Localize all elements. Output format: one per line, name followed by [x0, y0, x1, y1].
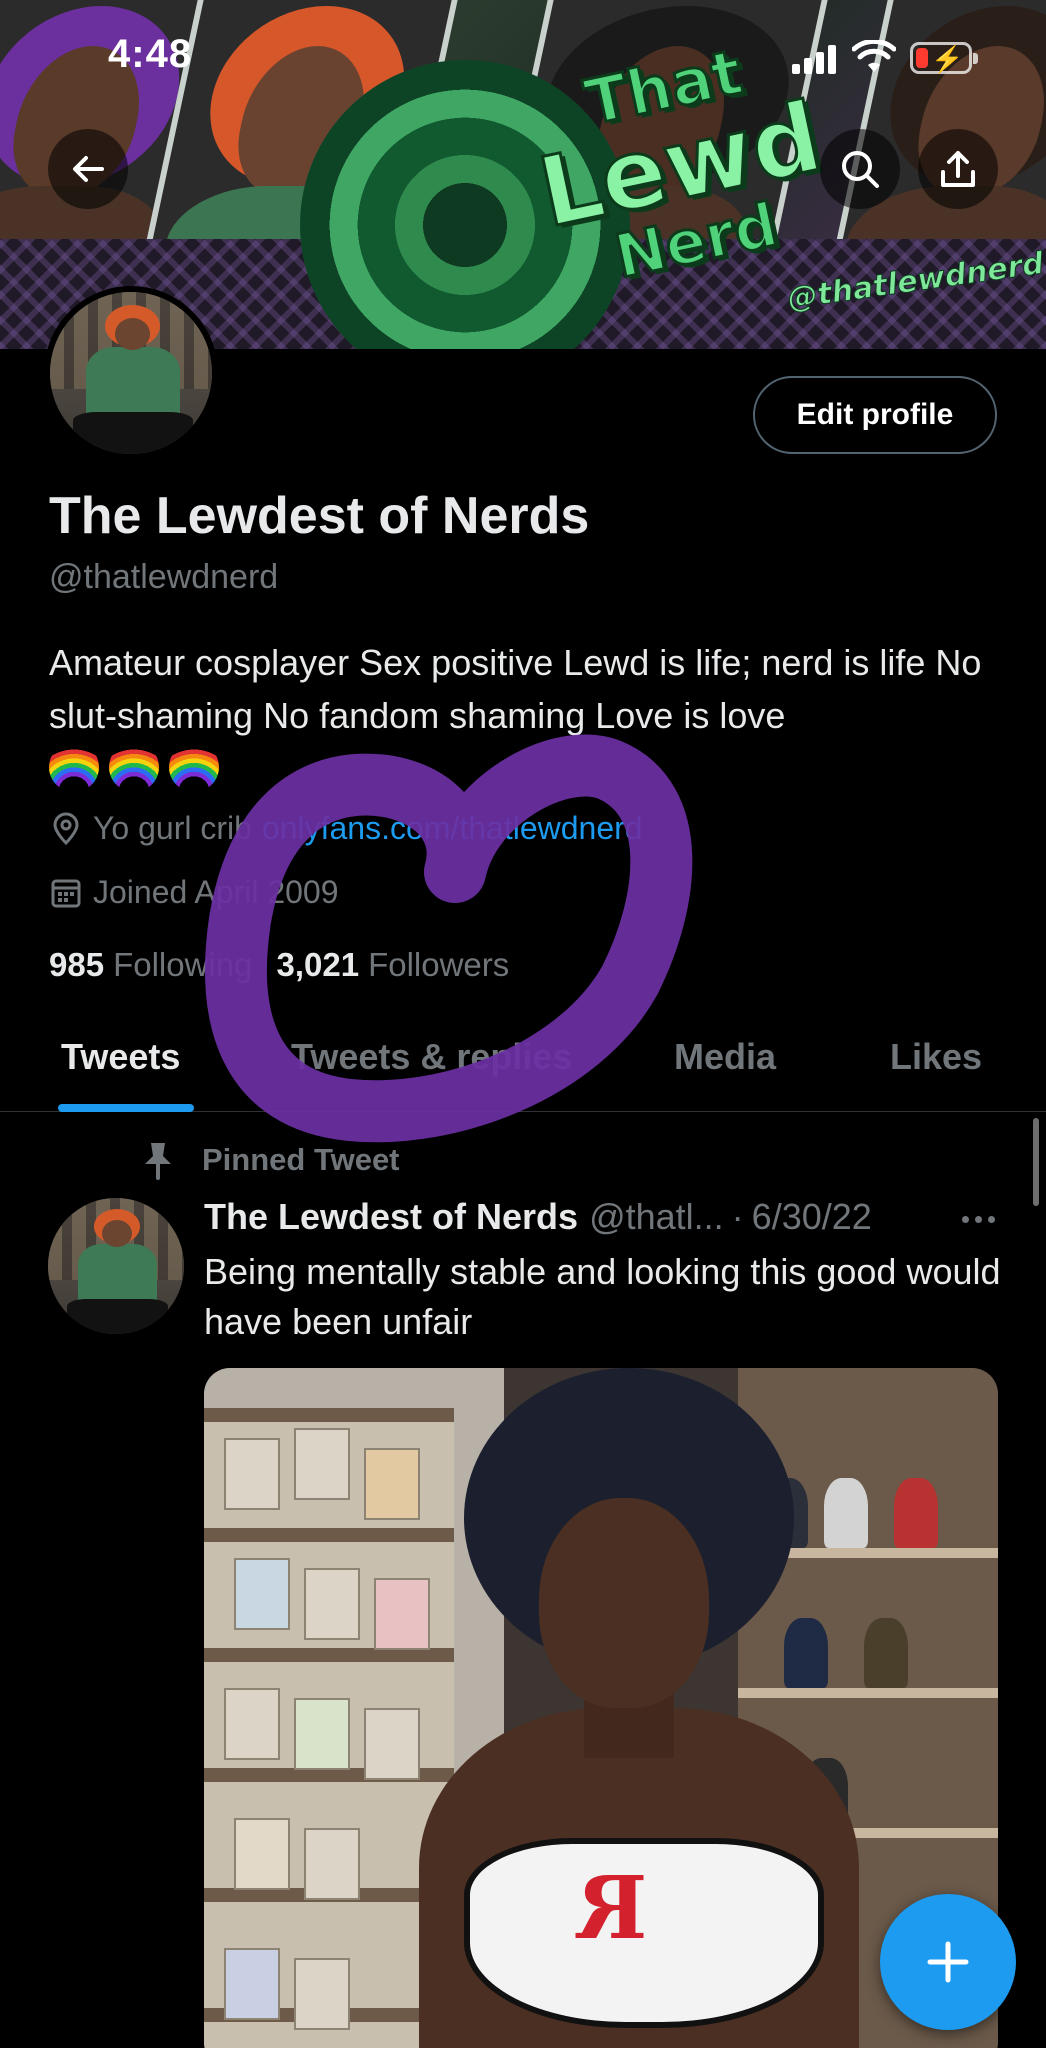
location-pin-icon: [53, 812, 79, 845]
tweet-media-photo[interactable]: R: [204, 1368, 998, 2048]
pinned-tweet-text: Pinned Tweet: [202, 1142, 400, 1177]
tab-media[interactable]: Media: [674, 1036, 776, 1078]
tab-tweets[interactable]: Tweets: [61, 1036, 180, 1078]
tab-tweets-and-replies[interactable]: Tweets & replies: [291, 1036, 572, 1078]
profile-joined-date: Joined April 2009: [93, 874, 339, 910]
wifi-icon: [852, 40, 896, 72]
pinned-tweet-label: Pinned Tweet: [140, 1140, 400, 1180]
tweet-author-avatar[interactable]: [48, 1198, 184, 1334]
tweet-author-name[interactable]: The Lewdest of Nerds: [204, 1196, 578, 1238]
following-count: 985: [49, 946, 105, 983]
profile-location: Yo gurl crib: [93, 810, 252, 846]
following-link[interactable]: 985 Following: [49, 946, 252, 984]
followers-label: Followers: [368, 946, 510, 983]
plus-icon: [927, 1941, 969, 1983]
profile-display-name: The Lewdest of Nerds: [49, 487, 590, 545]
followers-link[interactable]: 3,021 Followers: [276, 946, 509, 984]
search-icon: [842, 151, 879, 188]
tweet-separator: ·: [731, 1196, 744, 1237]
back-button[interactable]: [48, 129, 128, 209]
share-icon: [941, 151, 975, 187]
cellular-signal-icon: [792, 44, 840, 74]
profile-tabs: Tweets Tweets & replies Media Likes: [0, 1000, 1046, 1112]
follow-stats: 985 Following 3,021 Followers: [49, 946, 509, 984]
profile-location-row: Yo gurl crib onlyfans.com/thatlewdnerd: [49, 810, 643, 847]
status-time: 4:48: [108, 32, 193, 76]
profile-avatar[interactable]: [44, 286, 218, 460]
profile-bio: Amateur cosplayer Sex positive Lewd is l…: [49, 642, 982, 736]
arrow-left-icon: [73, 156, 104, 182]
pin-icon: [145, 1143, 171, 1180]
active-tab-indicator: [58, 1104, 194, 1112]
avatar-image: [48, 1198, 184, 1334]
share-button[interactable]: [918, 129, 998, 209]
following-label: Following: [113, 946, 253, 983]
tab-likes[interactable]: Likes: [890, 1036, 982, 1078]
search-button[interactable]: [820, 129, 900, 209]
tweet-header: The Lewdest of Nerds @thatl... · 6/30/22: [204, 1196, 1014, 1238]
bio-rainbow-emojis: [49, 742, 219, 792]
profile-handle: @thatlewdnerd: [49, 558, 279, 596]
calendar-icon: [51, 879, 81, 907]
followers-count: 3,021: [276, 946, 360, 983]
status-bar: 4:48 ⚡: [0, 30, 1046, 90]
compose-tweet-button[interactable]: [880, 1894, 1016, 2030]
scrollbar[interactable]: [1033, 1118, 1039, 1206]
rainbow-icon: [109, 742, 159, 792]
profile-website-link[interactable]: onlyfans.com/thatlewdnerd: [262, 810, 643, 847]
battery-icon: ⚡: [910, 42, 978, 74]
tweet-author-handle[interactable]: @thatl...: [589, 1196, 724, 1238]
tweet-more-button[interactable]: [956, 1204, 1000, 1234]
edit-profile-button[interactable]: Edit profile: [753, 376, 997, 454]
rainbow-icon: [169, 742, 219, 792]
more-dots-icon: [961, 1215, 969, 1223]
avatar-image: [50, 292, 212, 454]
tweet-date[interactable]: 6/30/22: [752, 1196, 872, 1238]
profile-joined-row: Joined April 2009: [49, 874, 339, 911]
rainbow-icon: [49, 742, 99, 792]
tweet-text: Being mentally stable and looking this g…: [204, 1251, 1001, 1342]
